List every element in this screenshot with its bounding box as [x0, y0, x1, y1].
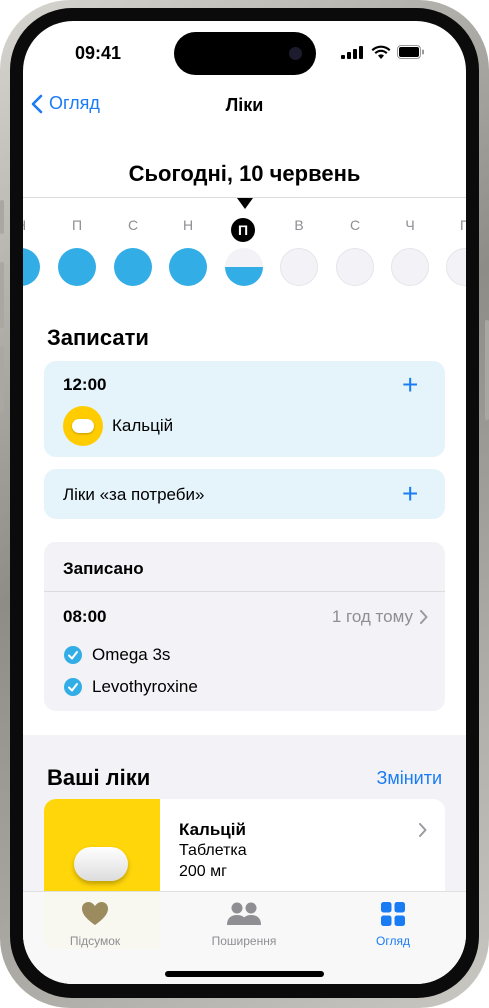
day-progress-circle[interactable] — [280, 248, 318, 286]
tab-browse[interactable]: Огляд — [333, 901, 453, 948]
scheduled-time: 12:00 — [63, 375, 107, 394]
camera-icon — [289, 47, 302, 60]
medication-name: Кальцій — [179, 820, 246, 839]
day-letter-today: П — [231, 218, 255, 242]
scheduled-dose-card[interactable]: 12:00 + Кальцій — [44, 361, 445, 457]
chevron-left-icon — [31, 94, 43, 113]
status-time: 09:41 — [75, 43, 122, 63]
logged-heading: Записано — [63, 559, 144, 578]
day-progress-circle[interactable] — [336, 248, 374, 286]
tab-sharing[interactable]: Поширення — [184, 901, 304, 948]
battery-icon — [397, 45, 424, 59]
day-progress-circle[interactable] — [169, 248, 207, 286]
logged-time: 08:00 — [63, 607, 107, 626]
checkmark-icon — [64, 646, 82, 664]
checkmark-icon — [64, 678, 82, 696]
action-button — [0, 200, 4, 234]
medication-dose: 200 мг — [179, 863, 227, 880]
your-meds-heading: Ваші ліки — [47, 765, 151, 790]
logged-item: Levothyroxine — [92, 677, 198, 696]
logged-card: Записано 08:00 1 год тому Omega 3s Levot… — [44, 542, 445, 711]
date-title: Сьогодні, 10 червень — [128, 161, 361, 186]
day-progress-circle[interactable] — [23, 248, 40, 286]
day-letter: П — [459, 217, 466, 233]
scheduled-medication-name: Кальцій — [112, 416, 174, 435]
heart-icon — [82, 902, 108, 925]
log-dose-button[interactable]: + — [402, 371, 418, 399]
logged-item: Omega 3s — [92, 645, 171, 664]
grid-icon — [381, 902, 405, 926]
edit-button[interactable]: Змінити — [376, 768, 442, 789]
medication-form: Таблетка — [179, 842, 247, 859]
tab-summary[interactable]: Підсумок — [35, 901, 155, 948]
tab-label: Огляд — [376, 934, 410, 948]
cellular-signal-icon — [341, 46, 363, 59]
chevron-right-icon — [420, 610, 428, 624]
as-needed-card[interactable]: Ліки «за потреби» + — [44, 469, 445, 519]
day-letter: Н — [182, 217, 194, 233]
day-progress-circle[interactable] — [391, 248, 429, 286]
day-progress-circle-today[interactable] — [225, 248, 263, 286]
pill-icon — [63, 406, 103, 446]
day-progress-circle[interactable] — [58, 248, 96, 286]
dynamic-island — [174, 32, 316, 75]
chevron-right-icon — [419, 823, 427, 837]
day-letter: Ч — [405, 217, 415, 233]
volume-down-button — [0, 346, 4, 412]
back-button[interactable]: Огляд — [31, 93, 100, 114]
day-progress-circle[interactable] — [446, 248, 466, 286]
people-icon — [227, 902, 261, 925]
back-label: Огляд — [49, 93, 100, 113]
current-day-indicator — [237, 198, 253, 209]
as-needed-label: Ліки «за потреби» — [63, 485, 205, 504]
day-progress-circle[interactable] — [114, 248, 152, 286]
add-as-needed-button[interactable]: + — [402, 480, 418, 508]
home-indicator — [165, 971, 324, 977]
day-letter: С — [127, 217, 139, 233]
pill-icon — [74, 847, 128, 881]
day-letter: Н — [23, 217, 41, 233]
day-letter: П — [71, 217, 83, 233]
logged-time-row[interactable]: 08:00 1 год тому — [44, 592, 445, 636]
tab-label: Поширення — [211, 934, 277, 948]
day-letter: С — [349, 217, 361, 233]
wifi-icon — [371, 45, 391, 59]
side-button — [485, 320, 489, 420]
day-letter: В — [294, 217, 304, 233]
record-heading: Записати — [47, 325, 149, 350]
volume-up-button — [0, 262, 4, 328]
logged-ago: 1 год тому — [331, 607, 413, 626]
tab-label: Підсумок — [69, 934, 121, 948]
screen: 09:41 Ліки Огляд Сьогодні, 10 червень Н … — [23, 21, 466, 984]
